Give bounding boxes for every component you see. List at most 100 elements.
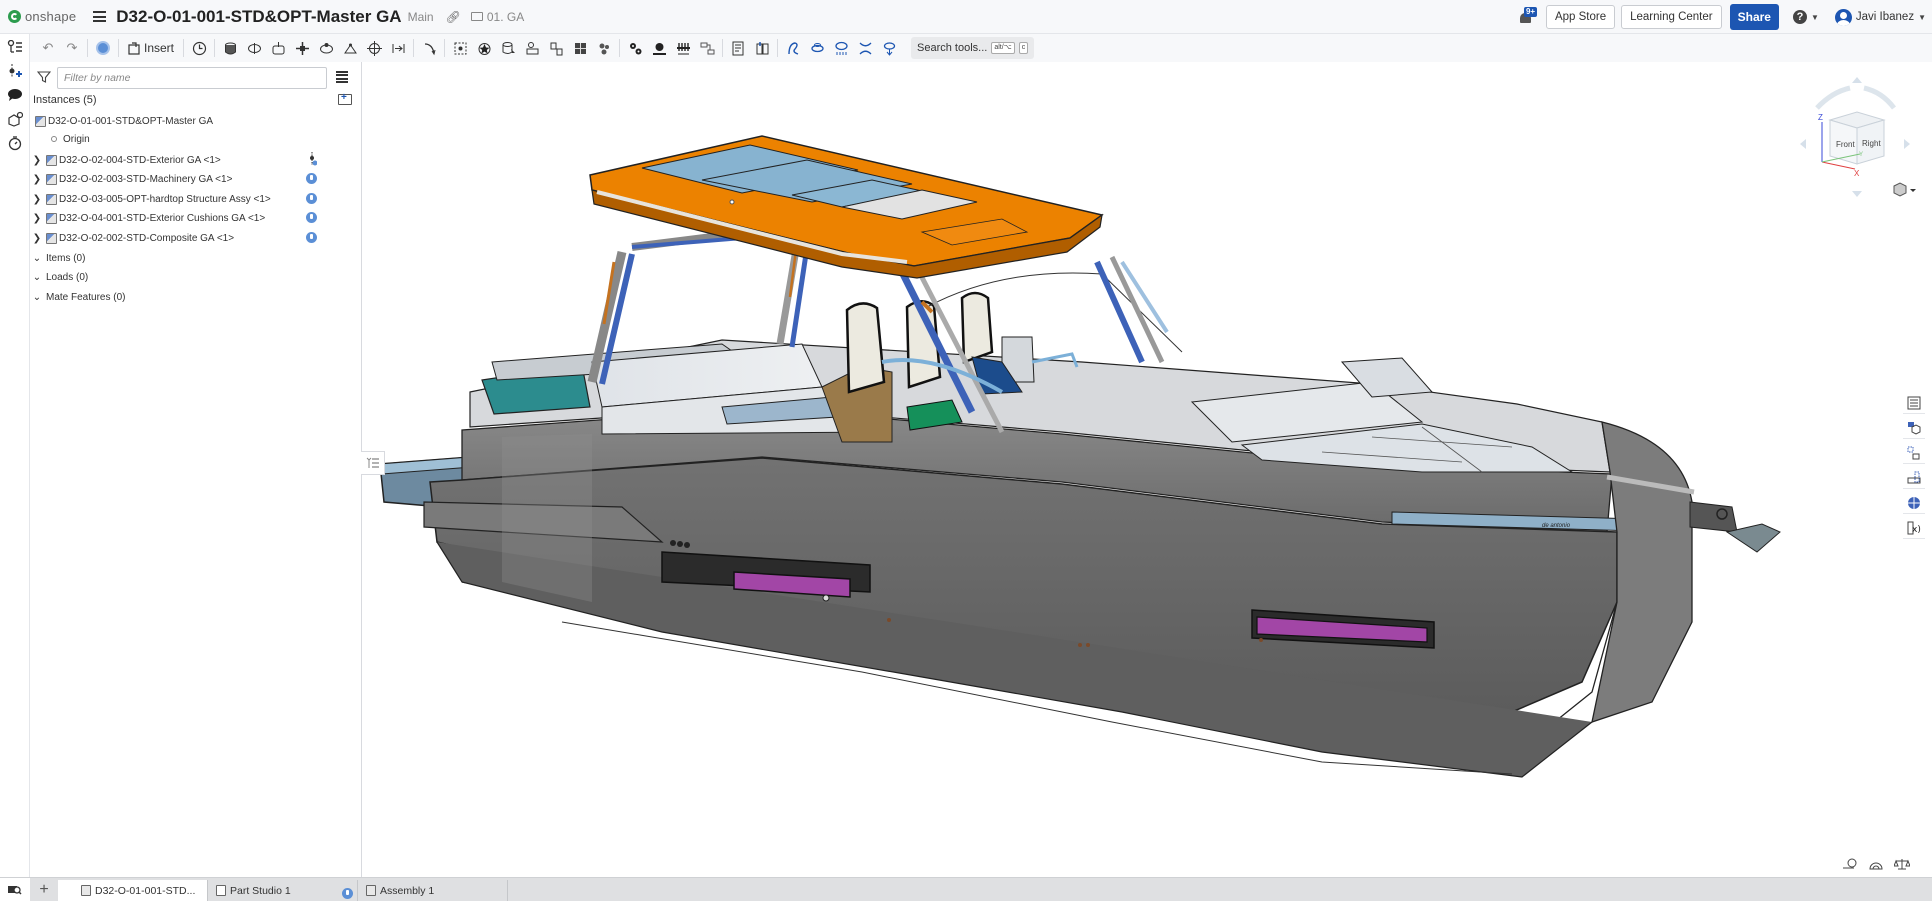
tab-search-button[interactable]	[0, 878, 30, 901]
cube-face-right[interactable]: Right	[1862, 139, 1881, 148]
chevron-right-icon[interactable]: ❯	[32, 213, 42, 224]
chevron-down-icon[interactable]: ⌄	[32, 253, 42, 264]
ball-mate-button[interactable]	[362, 37, 386, 59]
mass-properties-icon[interactable]	[1893, 858, 1911, 872]
chevron-down-icon[interactable]: ⌄	[32, 272, 42, 283]
app-store-button[interactable]: App Store	[1545, 5, 1616, 29]
mate-features-section[interactable]: ⌄ Mate Features (0)	[30, 288, 362, 306]
linked-version-icon[interactable]	[306, 193, 317, 204]
gear-relation-button[interactable]	[623, 37, 647, 59]
notifications-button[interactable]: 9+	[1518, 7, 1538, 25]
view-rotate-right-icon[interactable]	[1904, 139, 1910, 149]
add-folder-icon[interactable]	[338, 92, 352, 105]
bom-button[interactable]	[726, 37, 750, 59]
cylindrical-mate-button[interactable]	[314, 37, 338, 59]
limit-button[interactable]	[829, 37, 853, 59]
cube[interactable]	[1828, 111, 1886, 165]
dimension-button[interactable]	[853, 37, 877, 59]
instance-row[interactable]: ❯ D32-O-02-003-STD-Machinery GA <1>	[30, 170, 362, 188]
group-button[interactable]	[472, 37, 496, 59]
properties-panel-icon[interactable]	[1903, 392, 1925, 414]
animate-button[interactable]	[877, 37, 901, 59]
loads-section[interactable]: ⌄ Loads (0)	[30, 268, 362, 286]
simulation-panel-icon[interactable]	[1903, 492, 1925, 514]
view-rotate-left-icon[interactable]	[1800, 139, 1806, 149]
items-section[interactable]: ⌄ Items (0)	[30, 249, 362, 267]
boat-3d-model[interactable]: de antonio	[362, 62, 1932, 877]
user-menu[interactable]: Javi Ibanez ▼	[1834, 8, 1926, 26]
instance-row[interactable]: ❯ D32-O-03-005-OPT-hardtop Structure Ass…	[30, 190, 362, 208]
origin-row[interactable]: Origin	[30, 130, 362, 148]
root-assembly-row[interactable]: D32-O-01-001-STD&OPT-Master GA	[30, 112, 362, 130]
chevron-right-icon[interactable]: ❯	[32, 233, 42, 244]
branch-label[interactable]: Main	[408, 10, 434, 24]
folder-breadcrumb[interactable]: 01. GA	[470, 10, 524, 24]
protractor-icon[interactable]	[1868, 858, 1884, 872]
view-options-button[interactable]	[1893, 182, 1916, 197]
configurations-icon[interactable]	[6, 110, 24, 128]
fastened-mate-button[interactable]	[218, 37, 242, 59]
appearance-panel-icon[interactable]	[1903, 417, 1925, 439]
performance-timer-icon[interactable]	[6, 134, 24, 152]
linked-version-icon[interactable]	[306, 232, 317, 243]
mate-connector-add-icon[interactable]	[6, 62, 24, 80]
graphics-viewport[interactable]: de antonio Front Right Z X Y x)	[362, 62, 1932, 877]
mate-connector-panel-icon[interactable]	[1903, 442, 1925, 464]
view-cube[interactable]: Front Right Z X Y	[1782, 72, 1932, 202]
slider-mate-button[interactable]	[266, 37, 290, 59]
tab-assembly-1[interactable]: Assembly 1	[358, 880, 508, 901]
document-menu-icon[interactable]	[93, 11, 107, 22]
undo-button[interactable]: ↶	[36, 37, 60, 59]
revolute-mate-button[interactable]	[242, 37, 266, 59]
share-button[interactable]: Share	[1729, 4, 1779, 30]
pattern-button[interactable]	[520, 37, 544, 59]
explode-button[interactable]	[592, 37, 616, 59]
tab-master-ga[interactable]: D32-O-01-001-STD...	[58, 880, 353, 901]
rack-pinion-button[interactable]	[647, 37, 671, 59]
view-rotate-down-icon[interactable]	[1852, 191, 1862, 197]
filter-input[interactable]	[57, 67, 327, 89]
filter-icon[interactable]	[37, 70, 51, 84]
rotate-button[interactable]	[805, 37, 829, 59]
comments-icon[interactable]	[6, 86, 24, 104]
instance-row[interactable]: ❯ D32-O-02-002-STD-Composite GA <1>	[30, 229, 362, 247]
view-rotate-up-icon[interactable]	[1852, 77, 1862, 83]
tab-part-studio-1[interactable]: Part Studio 1	[208, 880, 358, 901]
chevron-down-icon[interactable]: ⌄	[32, 292, 42, 303]
measure-panel-icon[interactable]	[1903, 467, 1925, 489]
feature-list-icon[interactable]	[6, 38, 24, 56]
update-button[interactable]	[91, 37, 115, 59]
help-menu[interactable]: ? ▼	[1792, 10, 1819, 24]
learning-center-button[interactable]: Learning Center	[1621, 5, 1722, 29]
linked-version-icon[interactable]	[306, 173, 317, 184]
section-view-button[interactable]	[568, 37, 592, 59]
instance-row[interactable]: ❯ D32-O-04-001-STD-Exterior Cushions GA …	[30, 209, 362, 227]
redo-button[interactable]: ↷	[60, 37, 84, 59]
list-view-toggle-icon[interactable]	[336, 71, 348, 83]
search-tools-button[interactable]: Search tools... alt/⌥ c	[911, 37, 1035, 59]
parallel-mate-button[interactable]	[386, 37, 410, 59]
instance-row[interactable]: ❯ D32-O-02-004-STD-Exterior GA <1>	[30, 151, 362, 169]
measure-tape-icon[interactable]	[1842, 858, 1858, 872]
planar-mate-button[interactable]	[290, 37, 314, 59]
linked-version-icon[interactable]	[306, 212, 317, 223]
variables-panel-icon[interactable]: x)	[1903, 517, 1925, 539]
tangent-mate-button[interactable]	[417, 37, 441, 59]
cube-face-front[interactable]: Front	[1836, 140, 1855, 149]
chevron-right-icon[interactable]: ❯	[32, 155, 42, 166]
screw-relation-button[interactable]	[671, 37, 695, 59]
mirror-button[interactable]	[544, 37, 568, 59]
insert-button[interactable]: Insert	[122, 37, 180, 59]
curve-button[interactable]	[781, 37, 805, 59]
mate-connector-button[interactable]	[448, 37, 472, 59]
history-button[interactable]	[187, 37, 211, 59]
named-views-button[interactable]	[750, 37, 774, 59]
add-tab-button[interactable]: +	[30, 878, 58, 901]
onshape-logo[interactable]: onshape	[8, 9, 76, 24]
pinned-mate-connector-icon[interactable]	[309, 152, 317, 166]
link-icon[interactable]: 🔗︎	[446, 10, 461, 24]
linear-relation-button[interactable]	[695, 37, 719, 59]
pin-slot-mate-button[interactable]	[338, 37, 362, 59]
chevron-right-icon[interactable]: ❯	[32, 174, 42, 185]
replicate-button[interactable]	[496, 37, 520, 59]
